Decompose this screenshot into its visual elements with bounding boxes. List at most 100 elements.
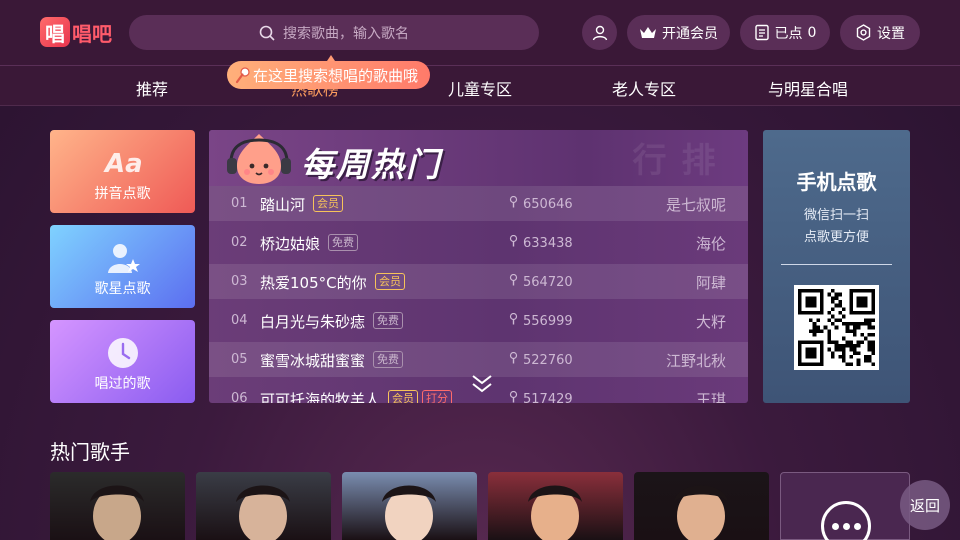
banner-watermark: 排行	[626, 142, 715, 182]
singer-photo	[528, 485, 582, 540]
play-count: 564720	[509, 273, 573, 290]
mic-small-icon	[509, 273, 518, 290]
user-icon	[591, 24, 609, 42]
logo-mark: 唱	[40, 17, 70, 47]
song-tags: 免费	[373, 312, 403, 329]
song-tags: 会员	[375, 273, 405, 290]
pinyin-search-label: 拼音点歌	[94, 186, 151, 202]
singer-icon	[105, 241, 141, 281]
play-count-value: 522760	[523, 352, 573, 368]
search-placeholder: 搜索歌曲，输入歌名	[283, 25, 409, 42]
singer-photo	[382, 485, 436, 540]
queue-count: 0	[807, 24, 817, 41]
vip-label: 开通会员	[662, 25, 718, 42]
song-row[interactable]: 04 白月光与朱砂痣 免费 556999 大籽	[209, 303, 748, 338]
tab-elderly[interactable]: 老人专区	[612, 76, 676, 100]
crown-icon	[639, 26, 657, 40]
qr-code	[794, 285, 879, 370]
singer-photo	[236, 485, 290, 540]
song-tags: 会员	[313, 195, 343, 212]
search-tooltip: 在这里搜索想唱的歌曲哦	[227, 55, 431, 89]
singer-card[interactable]	[488, 472, 623, 540]
song-row[interactable]: 05 蜜雪冰城甜蜜蜜 免费 522760 江野北秋	[209, 342, 748, 377]
play-count-value: 650646	[523, 196, 573, 212]
song-singer: 是七叔呢	[665, 196, 726, 214]
song-tag: 免费	[373, 312, 403, 329]
mic-small-icon	[509, 351, 518, 368]
mascot-icon	[221, 130, 297, 192]
app-logo[interactable]: 唱 唱吧	[40, 17, 112, 47]
song-rank: 04	[231, 313, 248, 328]
song-singer: 王琪	[695, 391, 726, 403]
phone-order-line2: 点歌更方便	[803, 230, 869, 245]
history-label: 唱过的歌	[94, 376, 151, 392]
weekly-hot-panel: 排行 每周热门 01 踏山河 会员 650646 是七叔呢 02 桥边姑娘 免费 633438 海…	[209, 130, 748, 403]
pinyin-search-card[interactable]: Aa 拼音点歌	[50, 130, 195, 213]
logo-text: 唱吧	[72, 21, 112, 46]
search-bar[interactable]: 搜索歌曲，输入歌名	[129, 15, 539, 50]
phone-divider	[781, 264, 892, 265]
song-rank: 05	[231, 352, 248, 367]
song-singer: 大籽	[695, 313, 726, 331]
expand-chevron-icon[interactable]	[471, 374, 493, 398]
play-count: 522760	[509, 351, 573, 368]
song-tag: 会员	[388, 390, 418, 403]
user-button[interactable]	[582, 15, 617, 50]
history-card[interactable]: 唱过的歌	[50, 320, 195, 403]
song-title: 可可托海的牧羊人	[260, 391, 381, 403]
phone-order-card: 手机点歌 微信扫一扫 点歌更方便	[763, 130, 910, 403]
tab-star-duet[interactable]: 与明星合唱	[768, 76, 848, 100]
settings-label: 设置	[877, 25, 905, 42]
play-count: 650646	[509, 195, 573, 212]
song-title: 热爱105°C的你	[260, 274, 367, 292]
singer-card[interactable]	[634, 472, 769, 540]
song-tag: 会员	[375, 273, 405, 290]
song-tag: 免费	[328, 234, 358, 251]
play-count: 633438	[509, 234, 573, 251]
singer-card[interactable]	[342, 472, 477, 540]
song-title: 蜜雪冰城甜蜜蜜	[260, 352, 366, 370]
vip-button[interactable]: 开通会员	[627, 15, 730, 50]
back-button[interactable]: 返回	[900, 480, 950, 530]
song-singer: 海伦	[695, 235, 726, 253]
play-count-value: 564720	[523, 274, 573, 290]
singer-card[interactable]	[50, 472, 185, 540]
hot-singers-title: 热门歌手	[50, 440, 130, 464]
panel-banner: 排行 每周热门	[209, 130, 748, 186]
tab-kids[interactable]: 儿童专区	[448, 76, 512, 100]
header: 唱 唱吧 搜索歌曲，输入歌名 开通会员 已点 0 设置	[0, 0, 960, 66]
song-rank: 02	[231, 235, 248, 250]
queue-button[interactable]: 已点 0	[740, 15, 830, 50]
phone-order-line1: 微信扫一扫	[803, 208, 869, 223]
song-tag: 免费	[373, 351, 403, 368]
song-row[interactable]: 01 踏山河 会员 650646 是七叔呢	[209, 186, 748, 221]
settings-button[interactable]: 设置	[840, 15, 920, 50]
song-title: 踏山河	[260, 196, 306, 214]
singer-search-label: 歌星点歌	[94, 281, 151, 297]
more-singers-card[interactable]	[780, 472, 910, 540]
pinyin-icon: Aa	[103, 146, 143, 182]
song-singer: 阿肆	[695, 274, 726, 292]
category-nav: 推荐 热歌榜 儿童专区 老人专区 与明星合唱	[0, 66, 960, 106]
play-count-value: 556999	[523, 313, 573, 329]
mic-small-icon	[509, 312, 518, 329]
clock-icon	[106, 336, 140, 374]
song-rank: 06	[231, 391, 248, 403]
song-title: 白月光与朱砂痣	[260, 313, 366, 331]
queue-label: 已点	[774, 25, 803, 42]
song-singer: 江野北秋	[665, 352, 726, 370]
tab-recommend[interactable]: 推荐	[136, 76, 168, 100]
microphone-icon	[235, 66, 251, 84]
play-count: 517429	[509, 390, 573, 403]
song-tags: 免费	[328, 234, 358, 251]
singer-photo	[674, 485, 728, 540]
tooltip-text: 在这里搜索想唱的歌曲哦	[253, 66, 419, 85]
singer-search-card[interactable]: 歌星点歌	[50, 225, 195, 308]
song-row[interactable]: 03 热爱105°C的你 会员 564720 阿肆	[209, 264, 748, 299]
singer-card[interactable]	[196, 472, 331, 540]
song-tags: 免费	[373, 351, 403, 368]
song-tags: 会员 打分	[388, 390, 452, 403]
song-rank: 01	[231, 196, 248, 211]
play-count: 556999	[509, 312, 573, 329]
song-row[interactable]: 02 桥边姑娘 免费 633438 海伦	[209, 225, 748, 260]
